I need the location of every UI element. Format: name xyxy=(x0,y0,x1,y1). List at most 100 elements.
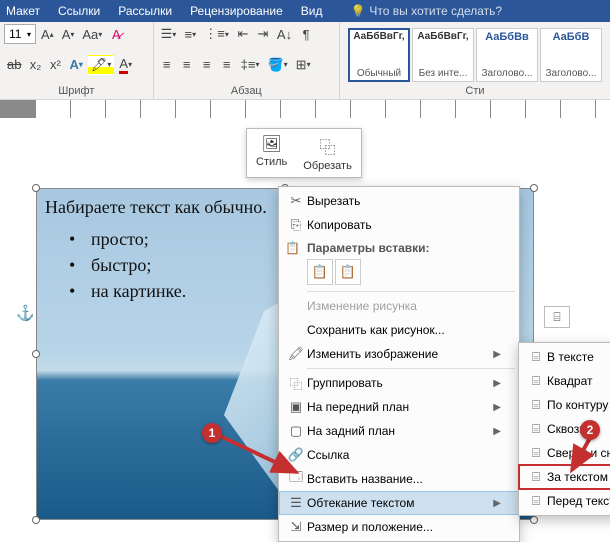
doc-bullet-3: на картинке. xyxy=(91,281,186,302)
wrap-square[interactable]: ⌸ Квадрат xyxy=(519,369,610,393)
ribbon-group-paragraph: ☰▾ ≡▾ ⋮≡▾ ⇤ ⇥ A↓ ¶ ≡ ≡ ≡ ≡ ‡≡▾ 🪣▾ ⊞▾ Абз… xyxy=(154,22,340,99)
chevron-right-icon: ▶ xyxy=(493,349,501,360)
text-effects-button[interactable]: A▾ xyxy=(66,55,85,75)
anchor-icon: ⚓ xyxy=(16,304,35,322)
copy-icon: ⎘ xyxy=(285,217,307,233)
indent-button[interactable]: ⇥ xyxy=(254,24,272,44)
chevron-right-icon: ▶ xyxy=(493,402,501,413)
bulb-icon: 💡 xyxy=(350,4,365,18)
resize-handle[interactable] xyxy=(32,350,40,358)
wrap-in-front[interactable]: ⌸ Перед текстом xyxy=(519,489,610,513)
style-tile-heading1[interactable]: АаБбВв Заголово... xyxy=(476,28,538,82)
group-label-paragraph: Абзац xyxy=(158,85,335,99)
mini-style-label: Стиль xyxy=(256,156,287,168)
layout-icon: ⌸ xyxy=(553,310,560,325)
ribbon-group-font: 11▾ A▴ A▾ Aa▾ A̷ ab x₂ x² A▾ 🖊▾ A▾ Шрифт xyxy=(0,22,154,99)
wrap-behind-icon: ⌸ xyxy=(525,469,547,485)
wrap-behind-text[interactable]: ⌸ За текстом xyxy=(519,465,610,489)
tab-mailings[interactable]: Рассылки xyxy=(118,4,172,18)
wrap-top-bottom[interactable]: ⌸ Сверху и снизу xyxy=(519,441,610,465)
ctx-group[interactable]: ⿻ Группировать ▶ xyxy=(279,371,519,395)
doc-bullet-1: просто; xyxy=(91,229,149,250)
align-center-button[interactable]: ≡ xyxy=(178,55,196,75)
paste-option-2[interactable]: 📋 xyxy=(335,259,361,285)
show-marks-button[interactable]: ¶ xyxy=(297,24,315,44)
ctx-save-as-picture[interactable]: Сохранить как рисунок... xyxy=(279,318,519,342)
multilevel-button[interactable]: ⋮≡▾ xyxy=(201,24,232,44)
annotation-arrow-2 xyxy=(566,436,596,479)
ctx-change-picture: Изменение рисунка xyxy=(279,294,519,318)
tab-review[interactable]: Рецензирование xyxy=(190,4,283,18)
resize-handle[interactable] xyxy=(530,184,538,192)
wrap-tight[interactable]: ⌸ По контуру xyxy=(519,393,610,417)
resize-handle[interactable] xyxy=(32,184,40,192)
clear-format-button[interactable]: A̷ xyxy=(107,24,125,44)
font-color-button[interactable]: A▾ xyxy=(116,55,135,75)
group-label-font: Шрифт xyxy=(4,85,149,99)
mini-toolbar: 🖼 Стиль ⿻ Обрезать xyxy=(246,128,362,178)
change-case-button[interactable]: Aa▾ xyxy=(79,24,105,44)
paste-options-row: 📋 📋 xyxy=(279,257,519,289)
tab-view[interactable]: Вид xyxy=(301,4,323,18)
line-spacing-button[interactable]: ‡≡▾ xyxy=(238,55,263,75)
annotation-marker-2: 2 xyxy=(580,420,600,440)
sort-button[interactable]: A↓ xyxy=(274,24,295,44)
mini-style-button[interactable]: 🖼 Стиль xyxy=(250,132,293,174)
numbering-button[interactable]: ≡▾ xyxy=(181,24,199,44)
font-size-input[interactable]: 11▾ xyxy=(4,24,36,44)
align-right-button[interactable]: ≡ xyxy=(198,55,216,75)
ctx-bring-front[interactable]: ▣ На передний план ▶ xyxy=(279,395,519,419)
ctx-text-wrapping[interactable]: ☰ Обтекание текстом ▶ xyxy=(279,491,519,515)
annotation-marker-1: 1 xyxy=(202,423,222,443)
ctx-cut[interactable]: ✂ Вырезать xyxy=(279,189,519,213)
tab-links[interactable]: Ссылки xyxy=(58,4,100,18)
bullets-button[interactable]: ☰▾ xyxy=(158,24,180,44)
ctx-paste-header: 📋 Параметры вставки: xyxy=(279,237,519,257)
style-tile-nospacing[interactable]: АаБбВвГг, Без инте... xyxy=(412,28,474,82)
resize-handle[interactable] xyxy=(32,516,40,524)
ctx-insert-caption[interactable]: 🗔 Вставить название... xyxy=(279,467,519,491)
justify-button[interactable]: ≡ xyxy=(218,55,236,75)
ctx-edit-image[interactable]: 🖍 Изменить изображение ▶ xyxy=(279,342,519,366)
borders-button[interactable]: ⊞▾ xyxy=(293,55,314,75)
align-left-button[interactable]: ≡ xyxy=(158,55,176,75)
ribbon: 11▾ A▴ A▾ Aa▾ A̷ ab x₂ x² A▾ 🖊▾ A▾ Шрифт… xyxy=(0,22,610,100)
edit-icon: 🖍 xyxy=(285,346,307,362)
ctx-send-back[interactable]: ▢ На задний план ▶ xyxy=(279,419,519,443)
chevron-right-icon: ▶ xyxy=(493,426,501,437)
highlight-button[interactable]: 🖊▾ xyxy=(88,55,115,75)
ctx-copy[interactable]: ⎘ Копировать xyxy=(279,213,519,237)
strike-button[interactable]: ab xyxy=(4,55,24,75)
style-tile-normal[interactable]: АаБбВвГг, Обычный xyxy=(348,28,410,82)
wrap-through-icon: ⌸ xyxy=(525,421,547,437)
bring-front-icon: ▣ xyxy=(285,399,307,415)
ctx-hyperlink[interactable]: 🔗 Ссылка xyxy=(279,443,519,467)
shading-button[interactable]: 🪣▾ xyxy=(264,55,290,75)
wrap-inline[interactable]: ⌸ В тексте xyxy=(519,345,610,369)
size-icon: ⇲ xyxy=(285,519,307,535)
superscript-button[interactable]: x² xyxy=(46,55,64,75)
shrink-font-button[interactable]: A▾ xyxy=(59,24,78,44)
tell-me-label: Что вы хотите сделать? xyxy=(369,4,502,18)
ribbon-tabs: Макет Ссылки Рассылки Рецензирование Вид… xyxy=(0,0,610,22)
wrap-inline-icon: ⌸ xyxy=(525,349,547,365)
annotation-arrow-1 xyxy=(216,432,306,485)
mini-crop-button[interactable]: ⿻ Обрезать xyxy=(297,132,358,174)
tab-layout[interactable]: Макет xyxy=(6,4,40,18)
paste-icon: 📋 xyxy=(285,241,300,255)
ruler[interactable] xyxy=(0,100,610,118)
picture-style-icon: 🖼 xyxy=(261,134,281,154)
outdent-button[interactable]: ⇤ xyxy=(234,24,252,44)
subscript-button[interactable]: x₂ xyxy=(26,55,44,75)
resize-handle[interactable] xyxy=(530,516,538,524)
ctx-size-position[interactable]: ⇲ Размер и положение... xyxy=(279,515,519,539)
grow-font-button[interactable]: A▴ xyxy=(38,24,57,44)
cut-icon: ✂ xyxy=(285,193,307,209)
style-tile-heading2[interactable]: АаБбВ Заголово... xyxy=(540,28,602,82)
crop-icon: ⿻ xyxy=(320,134,336,158)
paste-option-1[interactable]: 📋 xyxy=(307,259,333,285)
layout-options-button[interactable]: ⌸ xyxy=(544,306,570,328)
tell-me-search[interactable]: 💡 Что вы хотите сделать? xyxy=(350,4,502,18)
doc-text-title: Набираете текст как обычно. xyxy=(45,197,267,218)
wrap-front-icon: ⌸ xyxy=(525,493,547,509)
